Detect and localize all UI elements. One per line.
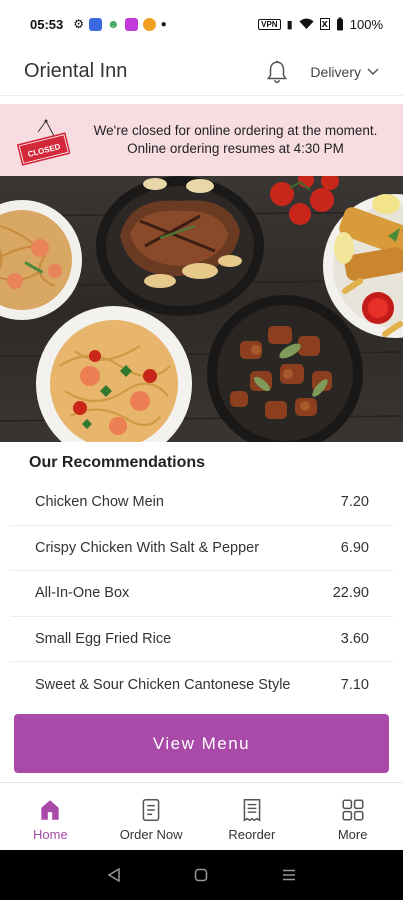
item-price: 7.10: [340, 676, 369, 693]
item-name: Crispy Chicken With Salt & Pepper: [35, 539, 260, 556]
item-name: Small Egg Fried Rice: [35, 630, 172, 647]
steak-pan: [96, 176, 264, 316]
order-icon: [142, 798, 160, 822]
item-name: All-In-One Box: [35, 585, 130, 602]
battery-percent: 100%: [349, 16, 383, 32]
signal-off-icon: x: [319, 18, 330, 30]
closed-message-line2: Online ordering resumes at 4:30 PM: [127, 141, 344, 156]
closed-message-line1: We're closed for online ordering at the …: [93, 123, 378, 138]
recents-icon[interactable]: [279, 865, 299, 885]
vpn-icon: VPN: [258, 18, 281, 30]
spaghetti-plate: [36, 306, 192, 442]
item-price: 22.90: [332, 585, 369, 602]
nav-more[interactable]: More: [302, 783, 403, 850]
chevron-down-icon: [367, 67, 379, 75]
closed-sign-icon: CLOSED: [16, 119, 70, 166]
item-price: 3.60: [340, 630, 369, 647]
status-right: VPN ▮ x 100%: [258, 17, 383, 32]
header-actions: Delivery: [264, 59, 379, 85]
delivery-selector[interactable]: Delivery: [310, 64, 379, 80]
recommendation-item[interactable]: Sweet & Sour Chicken Cantonese Style 7.1…: [10, 662, 393, 708]
app-icon: [89, 17, 103, 31]
nav-home[interactable]: Home: [0, 783, 101, 850]
recommendation-item[interactable]: Small Egg Fried Rice 3.60: [10, 617, 393, 662]
restaurant-name: Oriental Inn: [24, 60, 128, 82]
item-name: Sweet & Sour Chicken Cantonese Style: [35, 676, 291, 693]
android-icon: ☻: [107, 17, 120, 31]
noodle-plate-left: [0, 200, 82, 320]
status-time: 05:53: [30, 16, 64, 32]
back-icon[interactable]: [104, 865, 124, 885]
chicken-bowl: [207, 295, 363, 442]
home-circle-icon[interactable]: [191, 865, 211, 885]
recommendation-item[interactable]: Chicken Chow Mein 7.20: [10, 480, 393, 526]
recommendation-item[interactable]: Crispy Chicken With Salt & Pepper 6.90: [10, 526, 393, 571]
item-price: 6.90: [340, 539, 369, 556]
notification-icons: ⚙ ☻ ●: [73, 17, 166, 31]
recommendations-section: Our Recommendations Chicken Chow Mein 7.…: [10, 442, 393, 708]
battery-icon: [336, 17, 343, 31]
app-header: Oriental Inn Delivery: [0, 48, 403, 96]
app-icon: [142, 17, 156, 31]
settings-icon: ⚙: [73, 17, 85, 31]
more-notifications-icon: ●: [160, 18, 167, 30]
status-bar: 05:53 ⚙ ☻ ● VPN ▮ x 100%: [0, 0, 403, 48]
closed-banner: CLOSED We're closed for online ordering …: [0, 104, 403, 176]
nav-reorder-label: Reorder: [228, 827, 276, 842]
recommendation-item[interactable]: All-In-One Box 22.90: [10, 571, 393, 617]
delivery-label: Delivery: [310, 63, 361, 80]
system-navigation-bar: [0, 850, 403, 900]
nav-home-label: Home: [33, 827, 68, 842]
bottom-navigation: Home Order Now Reorder More: [0, 782, 403, 850]
app-icon: [124, 17, 138, 31]
bell-icon[interactable]: [264, 59, 290, 85]
recommendations-list: Chicken Chow Mein 7.20 Crispy Chicken Wi…: [10, 480, 393, 708]
view-menu-button[interactable]: View Menu: [14, 714, 389, 773]
item-name: Chicken Chow Mein: [35, 494, 164, 511]
recommendations-title: Our Recommendations: [29, 454, 206, 471]
receipt-icon: [243, 798, 261, 822]
closed-message: We're closed for online ordering at the …: [80, 122, 391, 158]
hero-food-image: [0, 176, 403, 442]
nav-reorder[interactable]: Reorder: [202, 783, 303, 850]
nav-order-now-label: Order Now: [119, 827, 183, 842]
grid-icon: [342, 799, 364, 821]
wifi-icon: [299, 18, 314, 29]
cherry-tomatoes: [270, 176, 339, 225]
vibrate-icon: ▮: [286, 18, 293, 31]
home-icon: [41, 800, 60, 820]
item-price: 7.20: [340, 494, 369, 511]
nav-order-now[interactable]: Order Now: [101, 783, 202, 850]
nav-more-label: More: [337, 827, 368, 842]
